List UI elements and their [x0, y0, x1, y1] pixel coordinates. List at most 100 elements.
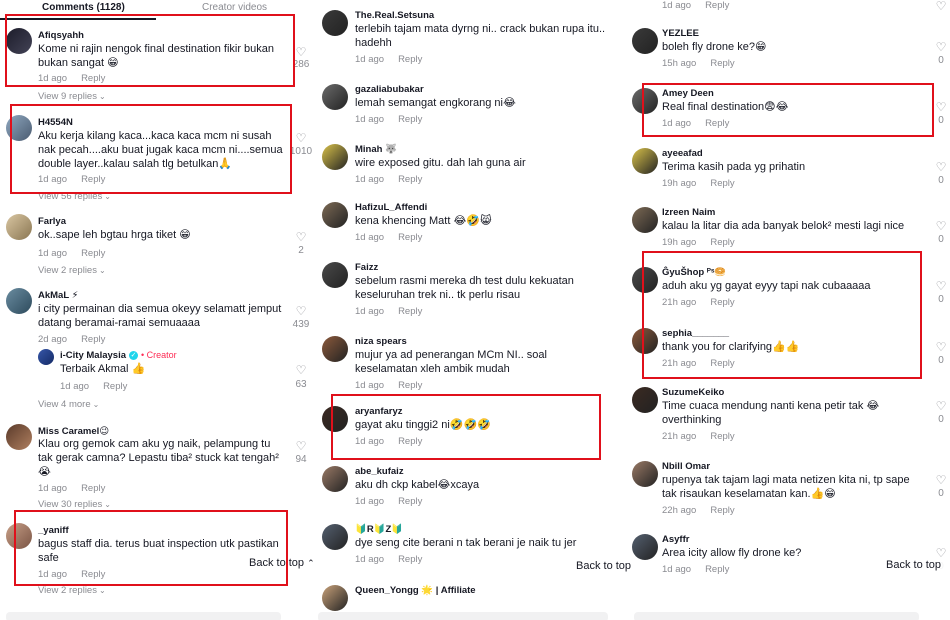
avatar[interactable] [322, 466, 348, 492]
like-count: 0 [938, 175, 944, 186]
view-replies-button[interactable]: View 30 replies ⌄ [38, 499, 111, 510]
comment-time: 1d ago [38, 248, 68, 259]
back-to-top-button[interactable]: Back to top [572, 558, 632, 574]
avatar[interactable] [38, 349, 54, 365]
heart-icon[interactable]: ♡ [934, 220, 948, 232]
comment-username[interactable]: HafizuL_Affendi [355, 202, 427, 213]
chevron-down-icon: ⌄ [98, 266, 106, 275]
heart-icon[interactable]: ♡ [934, 101, 948, 113]
heart-icon[interactable]: ♡ [934, 41, 948, 53]
comment-username[interactable]: abe_kufaiz [355, 466, 404, 477]
tab-creator-videos[interactable]: Creator videos [202, 2, 267, 13]
avatar[interactable] [322, 10, 348, 36]
highlight-box [5, 14, 295, 87]
comment-meta: 1d ago Reply [355, 380, 422, 391]
comment-username[interactable]: Miss Caramel😉 [38, 426, 109, 437]
avatar[interactable] [322, 336, 348, 362]
comment-username[interactable]: Asyffr [662, 534, 689, 545]
comment-input-bar[interactable] [634, 612, 919, 620]
avatar[interactable] [322, 262, 348, 288]
comment-meta: 1d ago Reply [38, 248, 105, 259]
comment-username[interactable]: ayeeafad [662, 148, 703, 159]
reply-button[interactable]: Reply [398, 306, 422, 317]
view-replies-button[interactable]: View 2 replies ⌄ [38, 585, 106, 596]
comment-time: 1d ago [355, 232, 385, 243]
like-count: 1010 [289, 146, 313, 157]
heart-icon[interactable]: ♡ [294, 132, 308, 144]
avatar[interactable] [322, 524, 348, 550]
reply-button[interactable]: Reply [398, 380, 422, 391]
avatar[interactable] [632, 534, 658, 560]
comment-username[interactable]: Queen_Yongg 🌟 | Affiliate [355, 585, 476, 596]
comment-username[interactable]: Nbill Omar [662, 461, 710, 472]
like-count: 2 [298, 245, 304, 256]
comment-time: 1d ago [60, 381, 90, 392]
heart-icon[interactable]: ♡ [294, 364, 308, 376]
tab-comments[interactable]: Comments (1128) [42, 2, 125, 13]
chevron-down-icon: ⌄ [104, 500, 111, 509]
avatar[interactable] [6, 288, 32, 314]
comment-username[interactable]: Minah 🐺 [355, 144, 397, 155]
reply-username[interactable]: i-City Malaysia ✓ • Creator [60, 350, 177, 361]
reply-button[interactable]: Reply [710, 505, 734, 516]
avatar[interactable] [6, 424, 32, 450]
reply-button[interactable]: Reply [710, 58, 734, 69]
heart-icon[interactable]: ♡ [934, 341, 948, 353]
view-replies-button[interactable]: View 2 replies ⌄ [38, 265, 106, 276]
avatar[interactable] [322, 585, 348, 611]
avatar[interactable] [322, 202, 348, 228]
reply-button[interactable]: Reply [710, 431, 734, 442]
reply-button[interactable]: Reply [398, 54, 422, 65]
comment-input-bar[interactable] [6, 612, 281, 620]
comment-time: 1d ago [38, 483, 68, 494]
heart-icon[interactable]: ♡ [934, 400, 948, 412]
comment-time: 1d ago [355, 306, 385, 317]
comment-username[interactable]: Faizz [355, 262, 378, 273]
reply-button[interactable]: Reply [398, 496, 422, 507]
comment-input-bar[interactable] [318, 612, 608, 620]
comment-username[interactable]: Izreen Naim [662, 207, 715, 218]
comment-text: i city permainan dia semua okeyy selamat… [38, 303, 282, 329]
comment-username[interactable]: niza spears [355, 336, 407, 347]
reply-button[interactable]: Reply [103, 381, 127, 392]
avatar[interactable] [632, 148, 658, 174]
comment-username[interactable]: gazaliabubakar [355, 84, 424, 95]
reply-button[interactable]: Reply [705, 0, 729, 11]
comment-username[interactable]: 🔰R🔰Z🔰 [355, 524, 403, 535]
view-replies-button[interactable]: View 9 replies ⌄ [38, 91, 106, 102]
reply-button[interactable]: Reply [81, 334, 105, 345]
reply-button[interactable]: Reply [398, 174, 422, 185]
avatar[interactable] [322, 144, 348, 170]
avatar[interactable] [6, 214, 32, 240]
reply-button[interactable]: Reply [398, 554, 422, 565]
comment-username[interactable]: The.Real.Setsuna [355, 10, 434, 21]
reply-button[interactable]: Reply [705, 564, 729, 575]
reply-button[interactable]: Reply [81, 483, 105, 494]
avatar[interactable] [632, 28, 658, 54]
comment-meta: 1d ago Reply [355, 114, 422, 125]
reply-button[interactable]: Reply [710, 178, 734, 189]
heart-icon[interactable]: ♡ [934, 161, 948, 173]
comment-username[interactable]: Farlya [38, 216, 66, 227]
reply-button[interactable]: Reply [710, 237, 734, 248]
heart-icon[interactable]: ♡ [294, 440, 308, 452]
heart-icon[interactable]: ♡ [934, 474, 948, 486]
comment-username[interactable]: SuzumeKeiko [662, 387, 724, 398]
heart-icon[interactable]: ♡ [294, 305, 308, 317]
reply-button[interactable]: Reply [81, 248, 105, 259]
heart-icon[interactable]: ♡ [934, 280, 948, 292]
comment-text: Area icity allow fly drone ke? [662, 547, 802, 559]
avatar[interactable] [632, 461, 658, 487]
comment-username[interactable]: AkMaL ⚡ [38, 290, 78, 301]
comment-username[interactable]: YEZLEE [662, 28, 699, 39]
heart-icon[interactable]: ♡ [934, 0, 948, 12]
heart-icon[interactable]: ♡ [294, 46, 308, 58]
avatar[interactable] [322, 84, 348, 110]
avatar[interactable] [632, 207, 658, 233]
heart-icon[interactable]: ♡ [294, 231, 308, 243]
reply-button[interactable]: Reply [398, 232, 422, 243]
avatar[interactable] [632, 387, 658, 413]
reply-button[interactable]: Reply [398, 114, 422, 125]
back-to-top-button[interactable]: Back to top [882, 557, 946, 573]
view-more-replies-button[interactable]: View 4 more ⌄ [38, 399, 99, 410]
